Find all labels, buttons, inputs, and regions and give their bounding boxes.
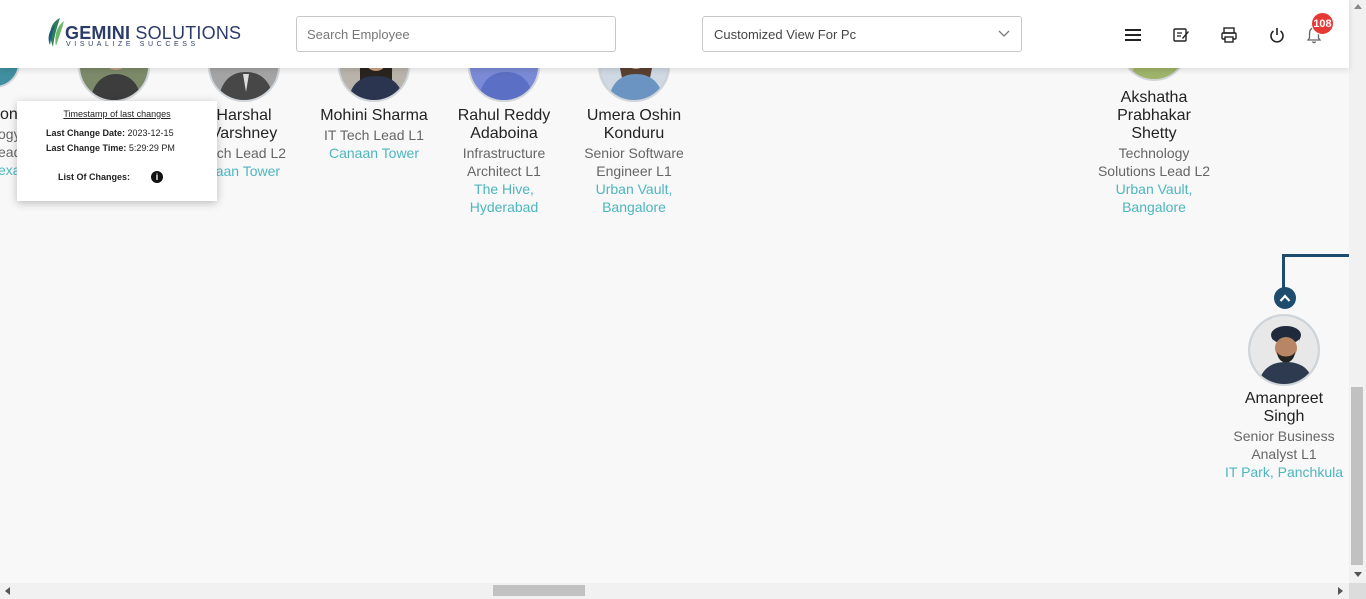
hamburger-menu-button[interactable] xyxy=(1122,24,1144,46)
chevron-up-icon xyxy=(1279,294,1291,302)
avatar[interactable] xyxy=(468,68,540,102)
edit-notes-button[interactable] xyxy=(1170,24,1192,46)
horizontal-scroll-thumb[interactable] xyxy=(493,585,585,596)
employee-location-link[interactable]: Bangalore xyxy=(574,198,694,216)
avatar[interactable] xyxy=(1248,314,1320,386)
leaf-logo-icon xyxy=(48,18,64,47)
vertical-scroll-thumb[interactable] xyxy=(1351,387,1363,565)
info-icon[interactable]: i xyxy=(151,171,163,183)
employee-location-link[interactable]: Bangalore xyxy=(1084,198,1224,216)
scrollbar-corner xyxy=(1349,583,1366,599)
scroll-left-arrow-icon[interactable] xyxy=(5,587,10,595)
employee-name: Amanpreet xyxy=(1244,390,1324,407)
last-change-time: Last Change Time: 5:29:29 PM xyxy=(46,143,175,153)
gemini-logo[interactable]: GEMINI SOLUTIONS VISUALIZE SUCCESS xyxy=(46,17,241,51)
employee-location-link[interactable]: Hyderabad xyxy=(444,198,564,216)
employee-location-link[interactable]: Urban Vault, xyxy=(574,180,694,198)
notification-count-badge: 108 xyxy=(1311,12,1334,35)
power-icon xyxy=(1270,28,1284,43)
avatar[interactable] xyxy=(78,68,150,102)
employee-designation: Technology xyxy=(1118,145,1190,161)
timestamp-popup: Timestamp of last changes Last Change Da… xyxy=(17,101,217,201)
search-employee-input[interactable] xyxy=(296,16,616,52)
employee-name: Akshatha xyxy=(1120,89,1188,106)
scroll-up-arrow-icon[interactable] xyxy=(1354,4,1362,9)
popup-title: Timestamp of last changes xyxy=(63,109,171,119)
employee-designation: Analyst L1 xyxy=(1251,446,1317,462)
avatar[interactable] xyxy=(598,68,670,102)
employee-designation: Infrastructure xyxy=(462,145,546,161)
collapse-node-button[interactable] xyxy=(1274,287,1296,309)
employee-name: Rahul Reddy xyxy=(457,107,551,124)
employee-location-link[interactable]: The Hive, xyxy=(444,180,564,198)
employee-designation: Senior Business xyxy=(1233,428,1335,444)
employee-designation: Senior Software xyxy=(584,145,684,161)
list-of-changes-label: List Of Changes: xyxy=(58,172,131,182)
scroll-right-arrow-icon[interactable] xyxy=(1338,587,1343,595)
employee-designation: Architect L1 xyxy=(467,163,541,179)
employee-name: Prabhakar xyxy=(1117,107,1191,124)
employee-location-link[interactable]: Urban Vault, xyxy=(1084,180,1224,198)
employee-location-link[interactable]: IT Park, Panchkula xyxy=(1214,463,1349,481)
chevron-down-icon xyxy=(998,30,1010,37)
menu-icon xyxy=(1125,29,1141,41)
employee-designation: Engineer L1 xyxy=(596,163,672,179)
employee-name: Shetty xyxy=(1131,125,1177,142)
avatar[interactable] xyxy=(1120,68,1188,81)
print-button[interactable] xyxy=(1218,24,1240,46)
logo-tagline: VISUALIZE SUCCESS xyxy=(66,41,199,48)
employee-name: Adaboina xyxy=(470,125,538,142)
horizontal-scrollbar[interactable] xyxy=(0,583,1349,599)
logout-button[interactable] xyxy=(1266,24,1288,46)
employee-designation: IT Tech Lead L1 xyxy=(324,127,424,143)
last-change-date: Last Change Date: 2023-12-15 xyxy=(46,128,174,138)
employee-designation: Solutions Lead L2 xyxy=(1097,163,1211,179)
edit-note-icon xyxy=(1173,28,1189,42)
employee-name: Konduru xyxy=(603,125,665,142)
top-header: GEMINI SOLUTIONS VISUALIZE SUCCESS Custo… xyxy=(0,0,1349,68)
scroll-down-arrow-icon[interactable] xyxy=(1354,572,1362,577)
view-select-value: Customized View For Pc xyxy=(714,26,857,42)
avatar[interactable] xyxy=(0,68,20,88)
printer-icon xyxy=(1221,27,1237,43)
employee-location-link[interactable]: Canaan Tower xyxy=(309,144,439,162)
org-connector-line xyxy=(1282,254,1349,257)
avatar[interactable] xyxy=(338,68,410,102)
employee-name: Umera Oshin xyxy=(586,107,682,124)
org-connector-line xyxy=(1282,254,1285,290)
avatar[interactable] xyxy=(208,68,280,102)
employee-name: Singh xyxy=(1263,408,1305,425)
employee-name: Mohini Sharma xyxy=(320,107,428,124)
view-select-dropdown[interactable]: Customized View For Pc xyxy=(702,16,1022,52)
